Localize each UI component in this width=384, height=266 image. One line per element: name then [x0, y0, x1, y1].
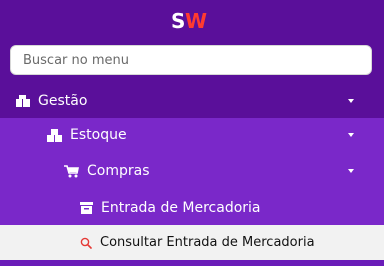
menu-next-item-edge [0, 260, 384, 266]
menu-item-consultar-label: Consultar Entrada de Mercadoria [100, 235, 315, 250]
menu-item-entrada-mercadoria[interactable]: Entrada de Mercadoria [0, 190, 384, 225]
menu-item-entrada-label: Entrada de Mercadoria [101, 199, 261, 216]
menu-item-gestao-label: Gestão [38, 93, 88, 109]
svg-text:W: W [185, 10, 207, 32]
svg-text:S: S [171, 10, 185, 32]
menu-search-input[interactable] [11, 46, 371, 74]
search-icon [80, 237, 92, 249]
menu-item-compras-label: Compras [87, 163, 150, 179]
menu-item-consultar-entrada[interactable]: Consultar Entrada de Mercadoria [0, 225, 384, 260]
menu-item-estoque-label: Estoque [70, 127, 127, 143]
chevron-down-icon[interactable] [348, 169, 354, 173]
brand-logo[interactable]: S W [0, 4, 384, 38]
chevron-down-icon[interactable] [348, 99, 354, 103]
boxes-icon [16, 95, 30, 107]
archive-icon [80, 201, 93, 214]
cart-icon [64, 164, 79, 178]
menu-item-estoque[interactable]: Estoque [0, 118, 384, 152]
sw-logo-icon: S W [171, 10, 207, 32]
sidebar-menu: S W Gestão Estoque [0, 0, 384, 266]
stacked-boxes-icon [47, 128, 62, 142]
menu-item-gestao[interactable]: Gestão [0, 84, 384, 118]
chevron-down-icon[interactable] [348, 133, 354, 137]
menu-search-box[interactable] [10, 45, 372, 75]
menu-item-compras[interactable]: Compras [0, 152, 384, 190]
